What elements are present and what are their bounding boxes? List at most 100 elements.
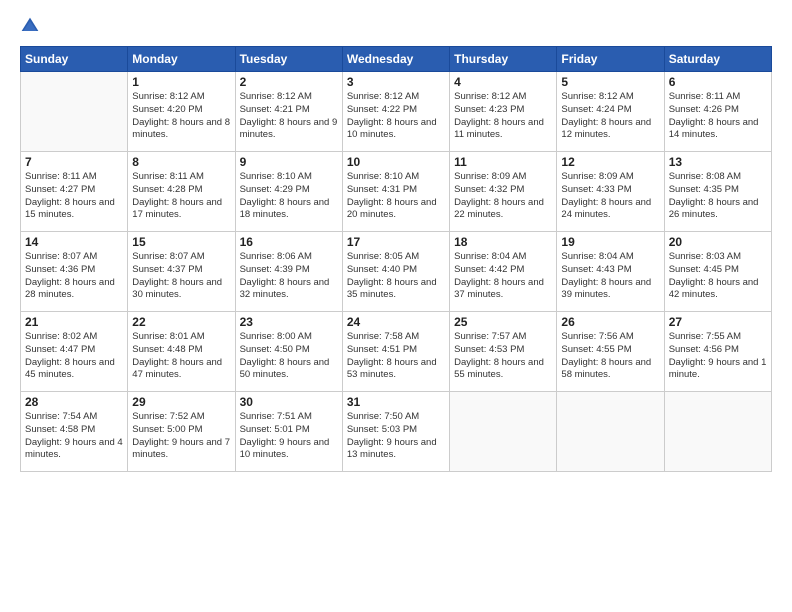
day-info: Sunrise: 8:07 AMSunset: 4:36 PMDaylight:…: [25, 251, 123, 302]
calendar-cell: 14 Sunrise: 8:07 AMSunset: 4:36 PMDayligh…: [21, 232, 128, 312]
day-info: Sunrise: 8:06 AMSunset: 4:39 PMDaylight:…: [240, 251, 338, 302]
weekday-header: Friday: [557, 47, 664, 72]
calendar-cell: 2 Sunrise: 8:12 AMSunset: 4:21 PMDaylight…: [235, 72, 342, 152]
calendar-cell: 1 Sunrise: 8:12 AMSunset: 4:20 PMDaylight…: [128, 72, 235, 152]
day-info: Sunrise: 8:03 AMSunset: 4:45 PMDaylight:…: [669, 251, 767, 302]
day-number: 4: [454, 75, 552, 89]
day-info: Sunrise: 8:00 AMSunset: 4:50 PMDaylight:…: [240, 331, 338, 382]
day-number: 13: [669, 155, 767, 169]
calendar-cell: 9 Sunrise: 8:10 AMSunset: 4:29 PMDaylight…: [235, 152, 342, 232]
calendar-cell: 29 Sunrise: 7:52 AMSunset: 5:00 PMDayligh…: [128, 392, 235, 472]
day-info: Sunrise: 8:12 AMSunset: 4:24 PMDaylight:…: [561, 91, 659, 142]
day-number: 28: [25, 395, 123, 409]
day-info: Sunrise: 8:12 AMSunset: 4:22 PMDaylight:…: [347, 91, 445, 142]
day-number: 21: [25, 315, 123, 329]
day-info: Sunrise: 8:10 AMSunset: 4:29 PMDaylight:…: [240, 171, 338, 222]
day-number: 18: [454, 235, 552, 249]
calendar-cell: 18 Sunrise: 8:04 AMSunset: 4:42 PMDayligh…: [450, 232, 557, 312]
weekday-header: Saturday: [664, 47, 771, 72]
day-number: 5: [561, 75, 659, 89]
calendar-cell: [664, 392, 771, 472]
calendar-cell: 11 Sunrise: 8:09 AMSunset: 4:32 PMDayligh…: [450, 152, 557, 232]
day-info: Sunrise: 8:11 AMSunset: 4:28 PMDaylight:…: [132, 171, 230, 222]
weekday-header: Wednesday: [342, 47, 449, 72]
calendar-cell: 25 Sunrise: 7:57 AMSunset: 4:53 PMDayligh…: [450, 312, 557, 392]
calendar-cell: 7 Sunrise: 8:11 AMSunset: 4:27 PMDaylight…: [21, 152, 128, 232]
day-info: Sunrise: 8:04 AMSunset: 4:42 PMDaylight:…: [454, 251, 552, 302]
day-number: 10: [347, 155, 445, 169]
calendar-cell: [450, 392, 557, 472]
day-info: Sunrise: 7:51 AMSunset: 5:01 PMDaylight:…: [240, 411, 338, 462]
day-number: 17: [347, 235, 445, 249]
calendar-cell: 30Sunrise: 7:51 AMSunset: 5:01 PMDayligh…: [235, 392, 342, 472]
calendar-cell: 21 Sunrise: 8:02 AMSunset: 4:47 PMDayligh…: [21, 312, 128, 392]
calendar-cell: 10 Sunrise: 8:10 AMSunset: 4:31 PMDayligh…: [342, 152, 449, 232]
calendar-week-row: 1 Sunrise: 8:12 AMSunset: 4:20 PMDaylight…: [21, 72, 772, 152]
day-info: Sunrise: 8:12 AMSunset: 4:23 PMDaylight:…: [454, 91, 552, 142]
weekday-header: Tuesday: [235, 47, 342, 72]
day-info: Sunrise: 8:11 AMSunset: 4:27 PMDaylight:…: [25, 171, 123, 222]
day-info: Sunrise: 7:57 AMSunset: 4:53 PMDaylight:…: [454, 331, 552, 382]
logo: [20, 16, 48, 36]
calendar-cell: 8 Sunrise: 8:11 AMSunset: 4:28 PMDaylight…: [128, 152, 235, 232]
page: SundayMondayTuesdayWednesdayThursdayFrid…: [0, 0, 792, 612]
day-info: Sunrise: 8:05 AMSunset: 4:40 PMDaylight:…: [347, 251, 445, 302]
calendar-week-row: 7 Sunrise: 8:11 AMSunset: 4:27 PMDaylight…: [21, 152, 772, 232]
calendar-cell: 24 Sunrise: 7:58 AMSunset: 4:51 PMDayligh…: [342, 312, 449, 392]
calendar-cell: 31Sunrise: 7:50 AMSunset: 5:03 PMDayligh…: [342, 392, 449, 472]
calendar-cell: 15 Sunrise: 8:07 AMSunset: 4:37 PMDayligh…: [128, 232, 235, 312]
calendar-cell: 5 Sunrise: 8:12 AMSunset: 4:24 PMDaylight…: [557, 72, 664, 152]
day-number: 26: [561, 315, 659, 329]
day-number: 23: [240, 315, 338, 329]
day-number: 27: [669, 315, 767, 329]
day-number: 14: [25, 235, 123, 249]
day-number: 12: [561, 155, 659, 169]
day-number: 3: [347, 75, 445, 89]
day-number: 16: [240, 235, 338, 249]
day-info: Sunrise: 8:02 AMSunset: 4:47 PMDaylight:…: [25, 331, 123, 382]
day-info: Sunrise: 7:55 AMSunset: 4:56 PMDaylight:…: [669, 331, 767, 382]
day-info: Sunrise: 8:07 AMSunset: 4:37 PMDaylight:…: [132, 251, 230, 302]
day-number: 24: [347, 315, 445, 329]
calendar-cell: 12 Sunrise: 8:09 AMSunset: 4:33 PMDayligh…: [557, 152, 664, 232]
calendar-cell: 20Sunrise: 8:03 AMSunset: 4:45 PMDayligh…: [664, 232, 771, 312]
calendar-cell: 13 Sunrise: 8:08 AMSunset: 4:35 PMDayligh…: [664, 152, 771, 232]
day-number: 25: [454, 315, 552, 329]
calendar-cell: 27 Sunrise: 7:55 AMSunset: 4:56 PMDayligh…: [664, 312, 771, 392]
weekday-header: Monday: [128, 47, 235, 72]
day-number: 15: [132, 235, 230, 249]
calendar-cell: 17 Sunrise: 8:05 AMSunset: 4:40 PMDayligh…: [342, 232, 449, 312]
day-number: 29: [132, 395, 230, 409]
day-info: Sunrise: 8:01 AMSunset: 4:48 PMDaylight:…: [132, 331, 230, 382]
day-number: 7: [25, 155, 123, 169]
header: [20, 16, 772, 36]
day-number: 11: [454, 155, 552, 169]
day-number: 9: [240, 155, 338, 169]
calendar-cell: [557, 392, 664, 472]
weekday-header-row: SundayMondayTuesdayWednesdayThursdayFrid…: [21, 47, 772, 72]
day-number: 2: [240, 75, 338, 89]
day-info: Sunrise: 8:04 AMSunset: 4:43 PMDaylight:…: [561, 251, 659, 302]
calendar-cell: 4 Sunrise: 8:12 AMSunset: 4:23 PMDaylight…: [450, 72, 557, 152]
day-info: Sunrise: 8:12 AMSunset: 4:21 PMDaylight:…: [240, 91, 338, 142]
day-info: Sunrise: 8:08 AMSunset: 4:35 PMDaylight:…: [669, 171, 767, 222]
weekday-header: Sunday: [21, 47, 128, 72]
day-info: Sunrise: 7:52 AMSunset: 5:00 PMDaylight:…: [132, 411, 230, 462]
weekday-header: Thursday: [450, 47, 557, 72]
calendar-week-row: 14 Sunrise: 8:07 AMSunset: 4:36 PMDayligh…: [21, 232, 772, 312]
day-info: Sunrise: 8:09 AMSunset: 4:32 PMDaylight:…: [454, 171, 552, 222]
calendar-cell: 16 Sunrise: 8:06 AMSunset: 4:39 PMDayligh…: [235, 232, 342, 312]
calendar-cell: 23 Sunrise: 8:00 AMSunset: 4:50 PMDayligh…: [235, 312, 342, 392]
day-info: Sunrise: 8:10 AMSunset: 4:31 PMDaylight:…: [347, 171, 445, 222]
day-number: 31: [347, 395, 445, 409]
day-info: Sunrise: 8:12 AMSunset: 4:20 PMDaylight:…: [132, 91, 230, 142]
calendar-cell: 22 Sunrise: 8:01 AMSunset: 4:48 PMDayligh…: [128, 312, 235, 392]
day-info: Sunrise: 8:11 AMSunset: 4:26 PMDaylight:…: [669, 91, 767, 142]
day-info: Sunrise: 8:09 AMSunset: 4:33 PMDaylight:…: [561, 171, 659, 222]
day-info: Sunrise: 7:58 AMSunset: 4:51 PMDaylight:…: [347, 331, 445, 382]
day-number: 1: [132, 75, 230, 89]
calendar-cell: 19Sunrise: 8:04 AMSunset: 4:43 PMDayligh…: [557, 232, 664, 312]
day-number: 22: [132, 315, 230, 329]
calendar-cell: 28Sunrise: 7:54 AMSunset: 4:58 PMDayligh…: [21, 392, 128, 472]
day-number: 8: [132, 155, 230, 169]
